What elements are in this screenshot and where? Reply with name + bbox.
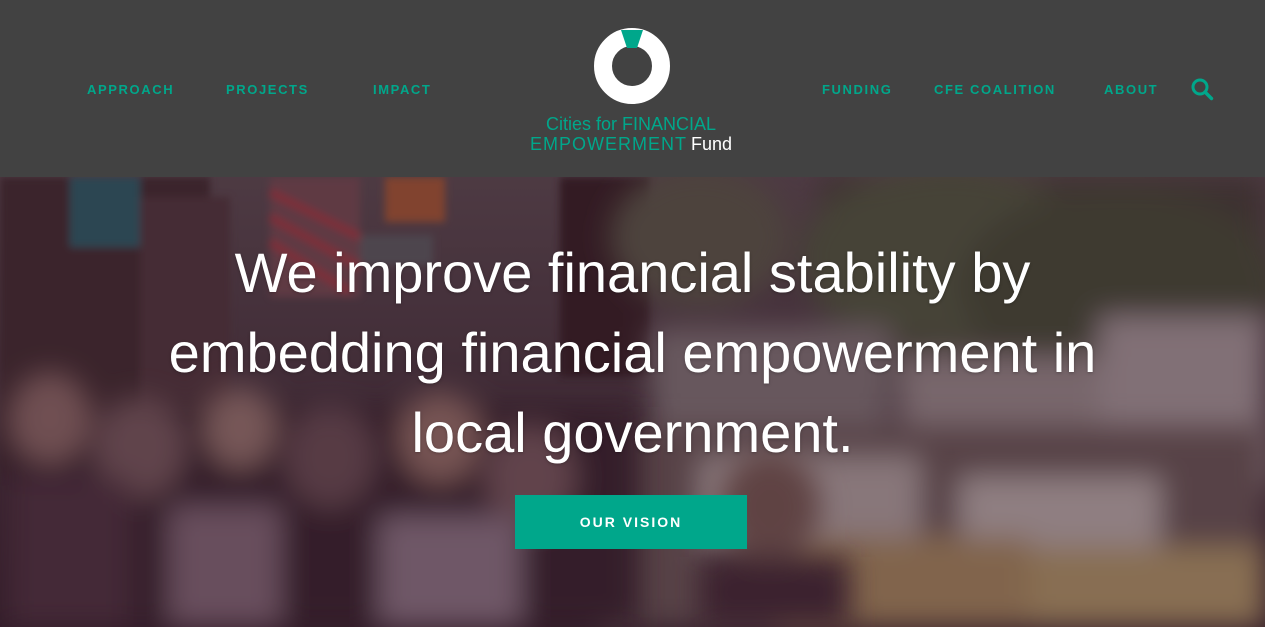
nav-funding[interactable]: FUNDING — [822, 82, 892, 97]
our-vision-button[interactable]: OUR VISION — [515, 495, 747, 549]
hero-section: We improve financial stability by embedd… — [0, 177, 1265, 627]
nav-projects[interactable]: PROJECTS — [226, 82, 309, 97]
search-icon — [1191, 78, 1214, 101]
logo-text-line1: Cities for FINANCIAL — [545, 114, 717, 134]
nav-approach[interactable]: APPROACH — [87, 82, 174, 97]
nav-impact[interactable]: IMPACT — [373, 82, 431, 97]
ring-logo-icon — [594, 28, 670, 104]
hero-headline: We improve financial stability by embedd… — [168, 241, 1097, 464]
logo-text-fund: Fund — [690, 134, 733, 154]
page: APPROACH PROJECTS IMPACT Cities for FINA… — [0, 0, 1265, 640]
page-bottom-edge — [0, 627, 1265, 640]
site-header: APPROACH PROJECTS IMPACT Cities for FINA… — [0, 0, 1265, 177]
nav-cfe-coalition[interactable]: CFE COALITION — [934, 82, 1056, 97]
site-logo[interactable]: Cities for FINANCIAL EMPOWERMENT Fund — [520, 22, 745, 162]
nav-about[interactable]: ABOUT — [1104, 82, 1158, 97]
logo-text-empowerment: EMPOWERMENT — [529, 134, 687, 154]
logo-text-line2: EMPOWERMENT Fund — [520, 134, 742, 154]
search-button[interactable] — [1190, 77, 1214, 101]
